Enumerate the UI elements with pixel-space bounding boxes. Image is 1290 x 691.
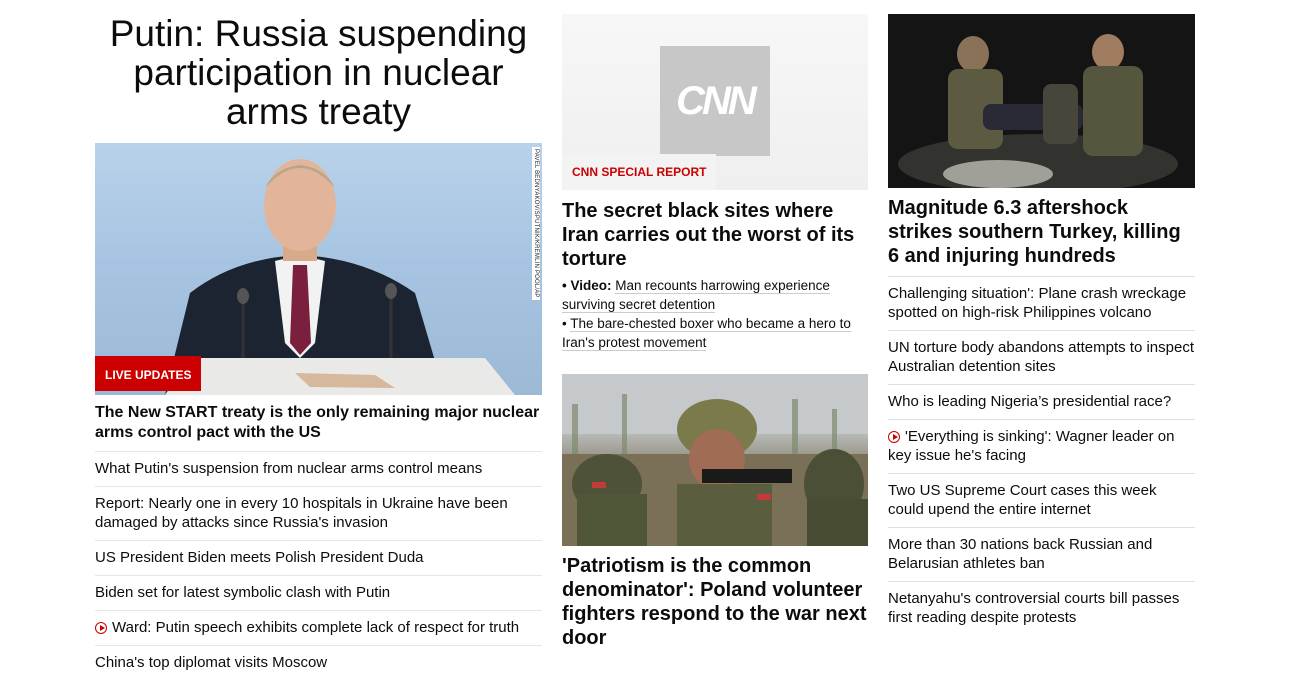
latest-stories-list: Challenging situation': Plane crash wrec… — [888, 276, 1195, 635]
cnn-logo-text: CNN — [676, 78, 757, 123]
sublink[interactable]: • Video: Man recounts harrowing experien… — [562, 276, 868, 314]
iran-sublinks: • Video: Man recounts harrowing experien… — [562, 276, 868, 352]
turkey-story-title[interactable]: Magnitude 6.3 aftershock strikes souther… — [888, 196, 1195, 268]
sublink[interactable]: • The bare-chested boxer who became a he… — [562, 314, 868, 352]
list-item[interactable]: Biden set for latest symbolic clash with… — [95, 575, 542, 610]
list-item-label: 'Everything is sinking': Wagner leader o… — [888, 428, 1175, 464]
list-item-label: UN torture body abandons attempts to ins… — [888, 339, 1195, 375]
related-stories-list: What Putin's suspension from nuclear arm… — [95, 451, 542, 680]
photo-credit: PAVEL BEDNYAKOV/SPUTNIK/KREMLIN POOL/AP — [532, 147, 540, 300]
list-item-label: China's top diplomat visits Moscow — [95, 654, 328, 671]
list-item-label: Who is leading Nigeria’s presidential ra… — [888, 393, 1172, 410]
list-item-label: Challenging situation': Plane crash wrec… — [888, 285, 1187, 321]
turkey-aftershock-photo[interactable] — [888, 14, 1195, 188]
list-item[interactable]: Report: Nearly one in every 10 hospitals… — [95, 486, 542, 540]
sublink-prefix: • — [562, 316, 567, 331]
turkey-photo-illustration — [888, 14, 1195, 188]
list-item[interactable]: Ward: Putin speech exhibits complete lac… — [95, 610, 542, 645]
putin-photo[interactable]: PAVEL BEDNYAKOV/SPUTNIK/KREMLIN POOL/AP … — [95, 143, 542, 395]
list-item-label: Biden set for latest symbolic clash with… — [95, 584, 391, 601]
poland-photo-illustration — [562, 374, 868, 546]
list-item[interactable]: What Putin's suspension from nuclear arm… — [95, 451, 542, 486]
list-item[interactable]: China's top diplomat visits Moscow — [95, 645, 542, 680]
cnn-logo: CNN — [660, 46, 770, 156]
poland-story-title[interactable]: 'Patriotism is the common denominator': … — [562, 554, 868, 650]
list-item[interactable]: Two US Supreme Court cases this week cou… — [888, 473, 1195, 527]
list-item-label: Report: Nearly one in every 10 hospitals… — [95, 495, 508, 531]
list-item-label: US President Biden meets Polish Presiden… — [95, 549, 424, 566]
list-item[interactable]: More than 30 nations back Russian and Be… — [888, 527, 1195, 581]
play-video-icon — [95, 622, 107, 634]
list-item-label: Netanyahu's controversial courts bill pa… — [888, 590, 1180, 626]
list-item[interactable]: Netanyahu's controversial courts bill pa… — [888, 581, 1195, 635]
iran-story-title[interactable]: The secret black sites where Iran carrie… — [562, 199, 868, 271]
poland-fighters-photo[interactable] — [562, 374, 868, 546]
list-item-label: Ward: Putin speech exhibits complete lac… — [112, 619, 520, 636]
secondary-story-column: CNN CNN SPECIAL REPORT The secret black … — [562, 14, 868, 650]
play-video-icon — [888, 431, 900, 443]
main-story-column: Putin: Russia suspending participation i… — [95, 14, 542, 680]
list-item-label: What Putin's suspension from nuclear arm… — [95, 460, 483, 477]
special-report-badge[interactable]: CNN SPECIAL REPORT — [562, 154, 717, 190]
list-item-label: More than 30 nations back Russian and Be… — [888, 536, 1153, 572]
lead-subheadline[interactable]: The New START treaty is the only remaini… — [95, 403, 542, 443]
third-story-column: Magnitude 6.3 aftershock strikes souther… — [888, 14, 1195, 635]
main-headline[interactable]: Putin: Russia suspending participation i… — [95, 14, 542, 131]
list-item[interactable]: US President Biden meets Polish Presiden… — [95, 540, 542, 575]
cnn-special-report-image[interactable]: CNN CNN SPECIAL REPORT — [562, 14, 868, 190]
list-item-label: Two US Supreme Court cases this week cou… — [888, 482, 1157, 518]
sublink-prefix: • Video: — [562, 278, 612, 293]
list-item[interactable]: Who is leading Nigeria’s presidential ra… — [888, 384, 1195, 419]
sublink-text: The bare-chested boxer who became a hero… — [562, 316, 851, 351]
list-item[interactable]: UN torture body abandons attempts to ins… — [888, 330, 1195, 384]
live-updates-badge[interactable]: LIVE UPDATES — [95, 356, 202, 391]
list-item[interactable]: Challenging situation': Plane crash wrec… — [888, 276, 1195, 330]
list-item[interactable]: 'Everything is sinking': Wagner leader o… — [888, 419, 1195, 473]
